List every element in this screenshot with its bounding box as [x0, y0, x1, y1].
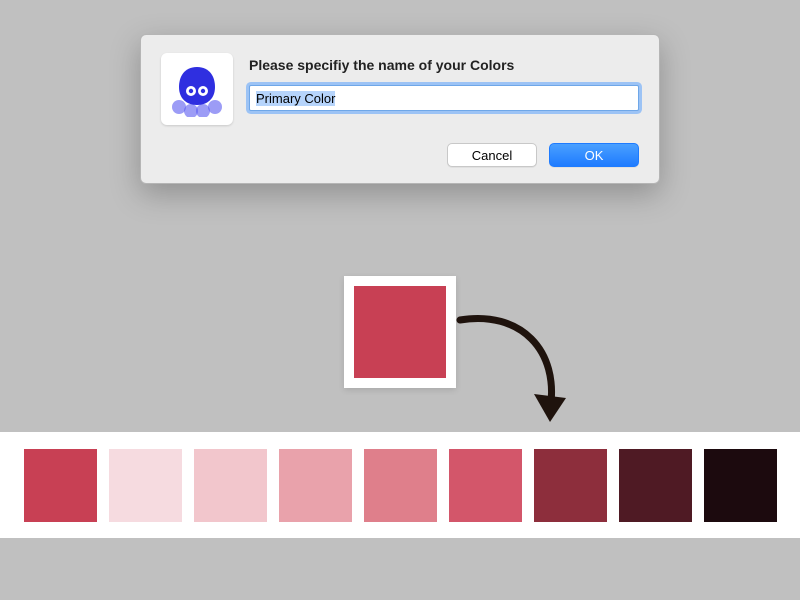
source-swatch-card — [344, 276, 456, 388]
app-icon — [161, 53, 233, 125]
arrow-icon — [450, 300, 590, 440]
color-name-input[interactable] — [249, 85, 639, 111]
name-dialog: Please specifiy the name of your Colors … — [140, 34, 660, 184]
swatch-4[interactable] — [364, 449, 437, 522]
dialog-body: Please specifiy the name of your Colors — [161, 53, 639, 125]
dialog-content: Please specifiy the name of your Colors — [249, 53, 639, 125]
dialog-buttons: Cancel OK — [161, 143, 639, 167]
ok-button[interactable]: OK — [549, 143, 639, 167]
swatch-3[interactable] — [279, 449, 352, 522]
octopus-icon — [169, 61, 225, 117]
swatch-7[interactable] — [619, 449, 692, 522]
swatch-0[interactable] — [24, 449, 97, 522]
swatch-2[interactable] — [194, 449, 267, 522]
swatch-6[interactable] — [534, 449, 607, 522]
cancel-button[interactable]: Cancel — [447, 143, 537, 167]
dialog-title: Please specifiy the name of your Colors — [249, 57, 639, 73]
source-swatch — [354, 286, 446, 378]
swatch-8[interactable] — [704, 449, 777, 522]
swatch-1[interactable] — [109, 449, 182, 522]
palette-bar — [0, 432, 800, 538]
swatch-5[interactable] — [449, 449, 522, 522]
